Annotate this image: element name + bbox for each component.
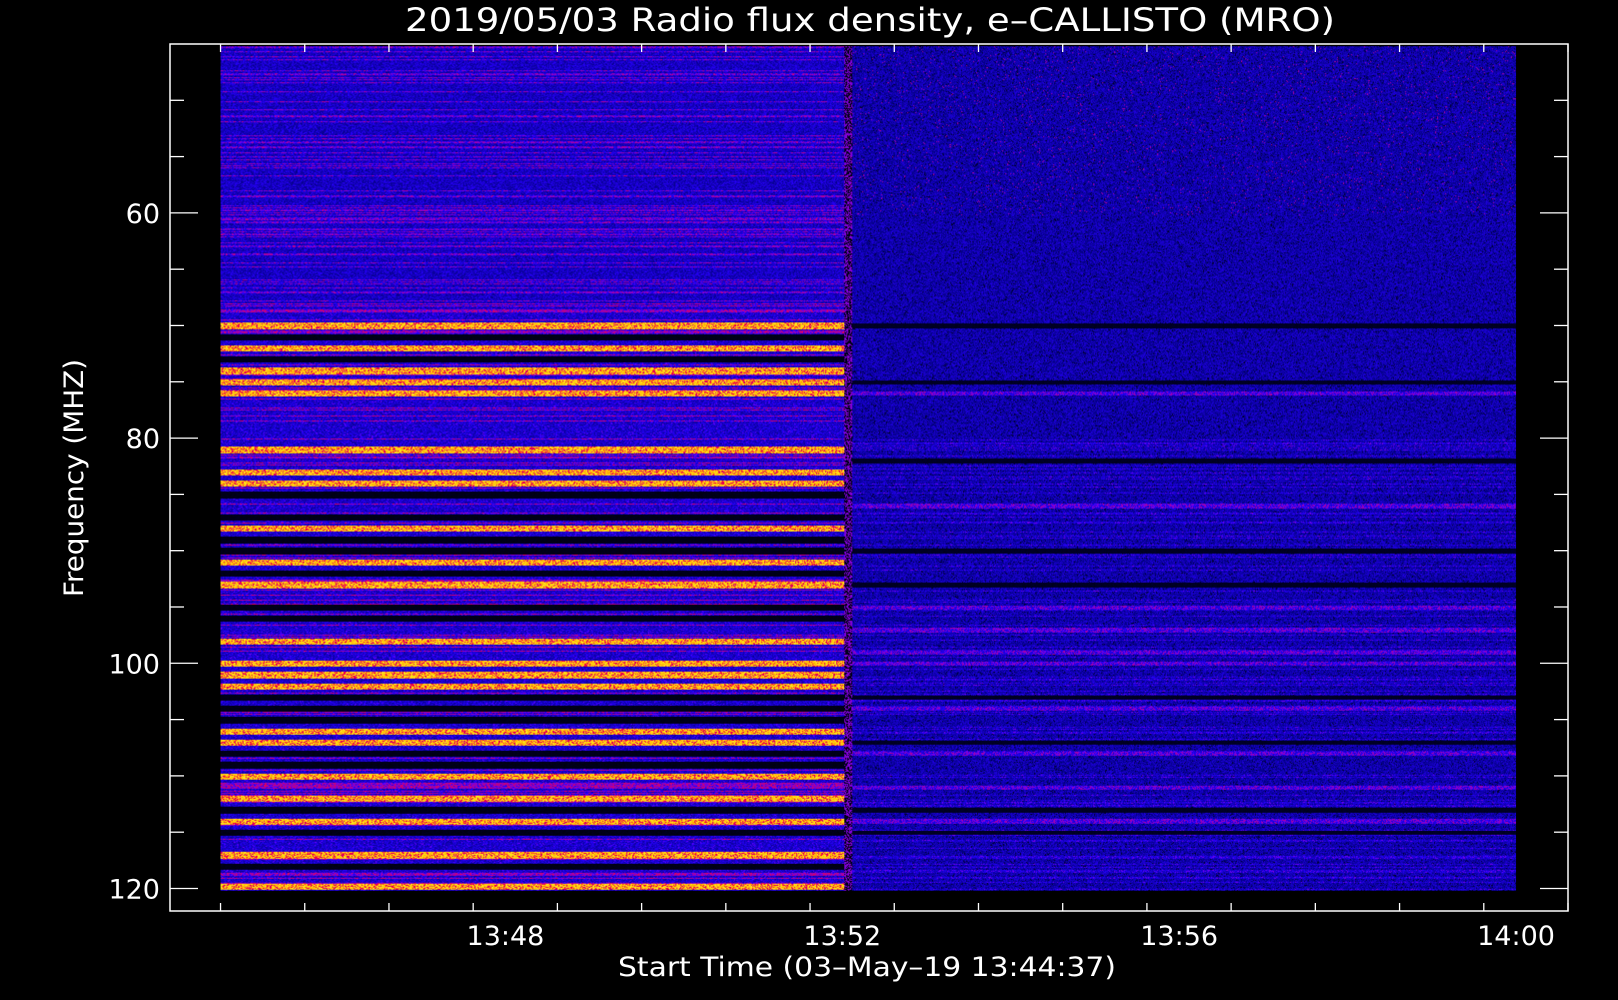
y-tick-label: 100 xyxy=(108,649,160,680)
x-axis-label: Start Time (03–May–19 13:44:37) xyxy=(618,952,1116,983)
chart-title: 2019/05/03 Radio flux density, e–CALLIST… xyxy=(405,1,1335,39)
spectrogram-figure: 2019/05/03 Radio flux density, e–CALLIST… xyxy=(0,0,1618,1000)
y-tick-label: 80 xyxy=(126,424,160,455)
x-tick-label: 13:48 xyxy=(467,921,545,952)
y-tick-label: 120 xyxy=(108,874,160,905)
y-axis-label: Frequency (MHZ) xyxy=(59,359,90,597)
x-tick-label: 13:56 xyxy=(1140,921,1218,952)
x-tick-label: 14:00 xyxy=(1477,921,1555,952)
spectrogram-heatmap xyxy=(220,46,1517,891)
y-tick-label: 60 xyxy=(126,199,160,230)
x-tick-label: 13:52 xyxy=(803,921,881,952)
